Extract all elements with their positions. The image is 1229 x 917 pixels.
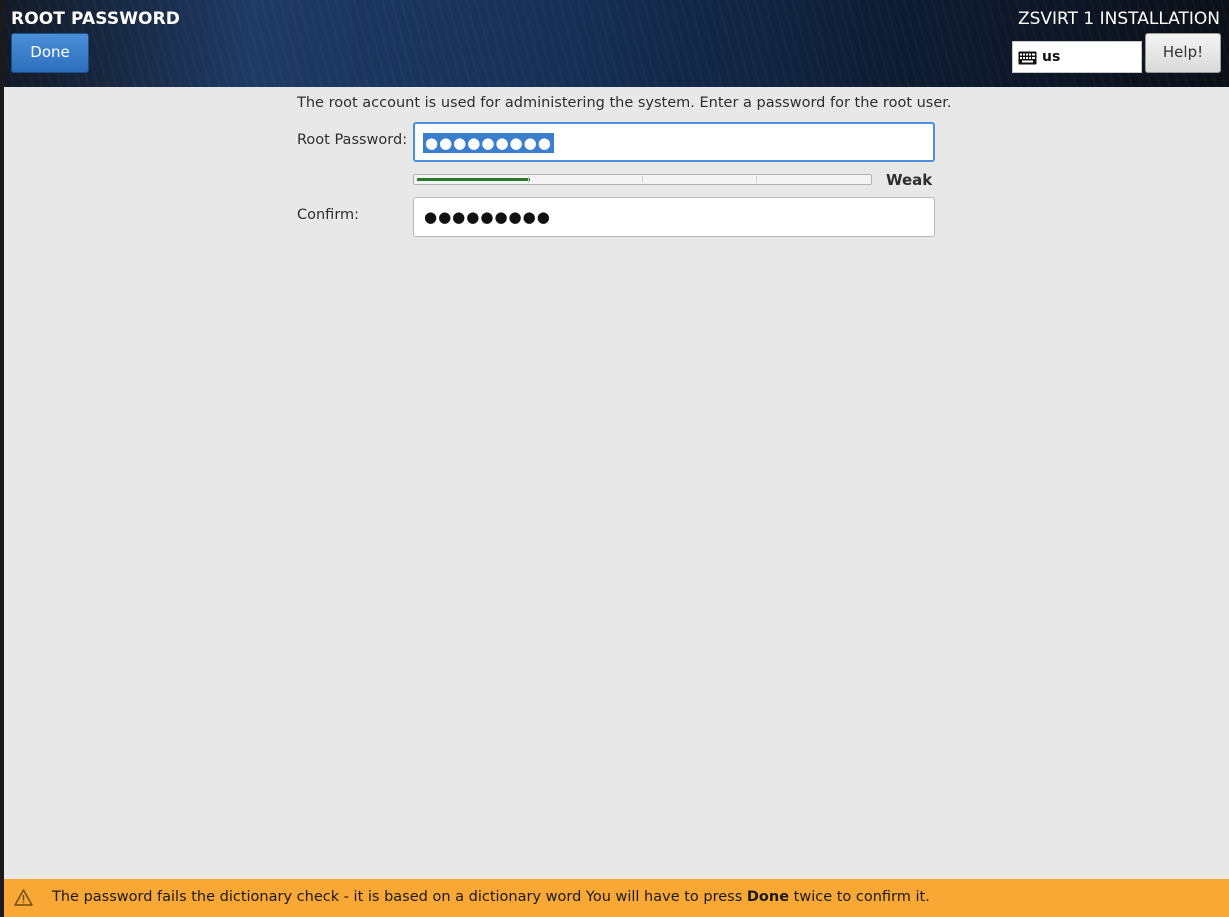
keyboard-layout-label: us xyxy=(1042,49,1061,65)
keyboard-icon xyxy=(1018,51,1037,65)
warning-icon xyxy=(14,889,33,906)
password-strength-meter xyxy=(413,174,872,185)
strength-meter-fill xyxy=(417,178,530,181)
installer-window: ROOT PASSWORD Done ZSVIRT 1 INSTALLATION… xyxy=(4,0,1229,917)
keyboard-layout-indicator[interactable]: us xyxy=(1012,41,1142,73)
strength-segment-divider xyxy=(642,176,643,183)
root-password-value: ●●●●●●●●● xyxy=(423,133,554,153)
strength-segment-divider xyxy=(756,176,757,183)
root-password-input[interactable]: ●●●●●●●●● xyxy=(413,122,935,162)
confirm-password-input[interactable]: ●●●●●●●●● xyxy=(413,197,935,237)
help-button[interactable]: Help! xyxy=(1145,33,1221,73)
warning-text-after: twice to confirm it. xyxy=(789,889,930,905)
product-title: ZSVIRT 1 INSTALLATION xyxy=(1017,9,1220,29)
strength-label: Weak xyxy=(886,171,933,189)
done-button[interactable]: Done xyxy=(11,33,89,73)
warning-message: The password fails the dictionary check … xyxy=(52,889,930,905)
confirm-label: Confirm: xyxy=(297,207,360,223)
warning-bar[interactable]: The password fails the dictionary check … xyxy=(4,879,1229,917)
intro-text: The root account is used for administeri… xyxy=(297,95,952,111)
confirm-password-value: ●●●●●●●●● xyxy=(424,208,551,226)
warning-text-before: The password fails the dictionary check … xyxy=(52,889,747,905)
page-title: ROOT PASSWORD xyxy=(11,9,180,29)
header-bar: ROOT PASSWORD Done ZSVIRT 1 INSTALLATION… xyxy=(4,0,1229,87)
strength-segment-divider xyxy=(528,176,529,183)
root-password-label: Root Password: xyxy=(297,132,408,148)
warning-text-bold: Done xyxy=(746,889,790,905)
